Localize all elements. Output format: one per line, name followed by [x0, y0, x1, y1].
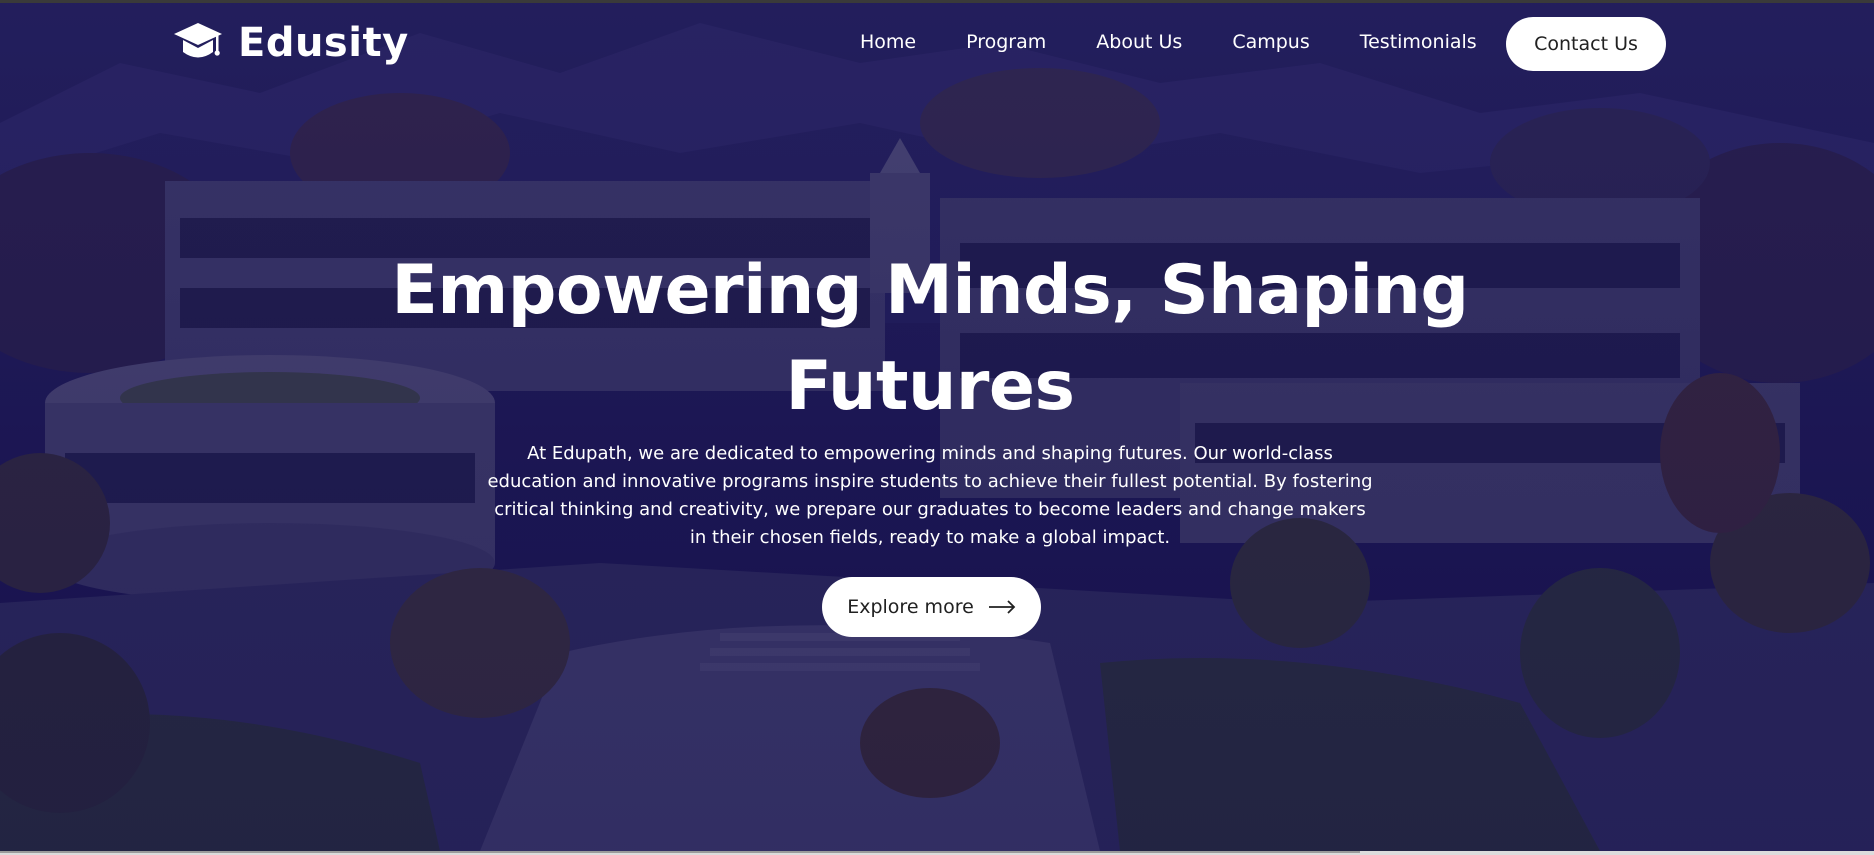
hero-headline-line-2: Futures [785, 347, 1075, 426]
explore-more-button[interactable]: Explore more [822, 577, 1041, 637]
graduation-cap-icon [174, 23, 222, 58]
brand-name: Edusity [238, 20, 409, 66]
nav-item-home[interactable]: Home [860, 31, 916, 53]
nav-item-testimonials[interactable]: Testimonials [1360, 31, 1477, 53]
explore-more-label: Explore more [847, 596, 974, 618]
nav-item-about-us[interactable]: About Us [1096, 31, 1182, 53]
nav-item-campus[interactable]: Campus [1232, 31, 1309, 53]
nav-item-program[interactable]: Program [966, 31, 1046, 53]
nav-menu: Home Program About Us Campus Testimonial… [860, 31, 1527, 53]
hero-description: At Edupath, we are dedicated to empoweri… [487, 443, 1373, 548]
hero-headline: Empowering Minds, Shaping Futures [330, 243, 1530, 435]
contact-us-button[interactable]: Contact Us [1506, 17, 1666, 71]
arrow-right-icon [988, 600, 1016, 614]
brand-logo[interactable]: Edusity [172, 17, 409, 69]
page-bottom-border [0, 851, 1874, 855]
horizontal-scrollbar[interactable] [0, 851, 1360, 853]
hero-headline-line-1: Empowering Minds, Shaping [391, 251, 1469, 330]
navbar: Edusity Home Program About Us Campus Tes… [0, 3, 1874, 83]
